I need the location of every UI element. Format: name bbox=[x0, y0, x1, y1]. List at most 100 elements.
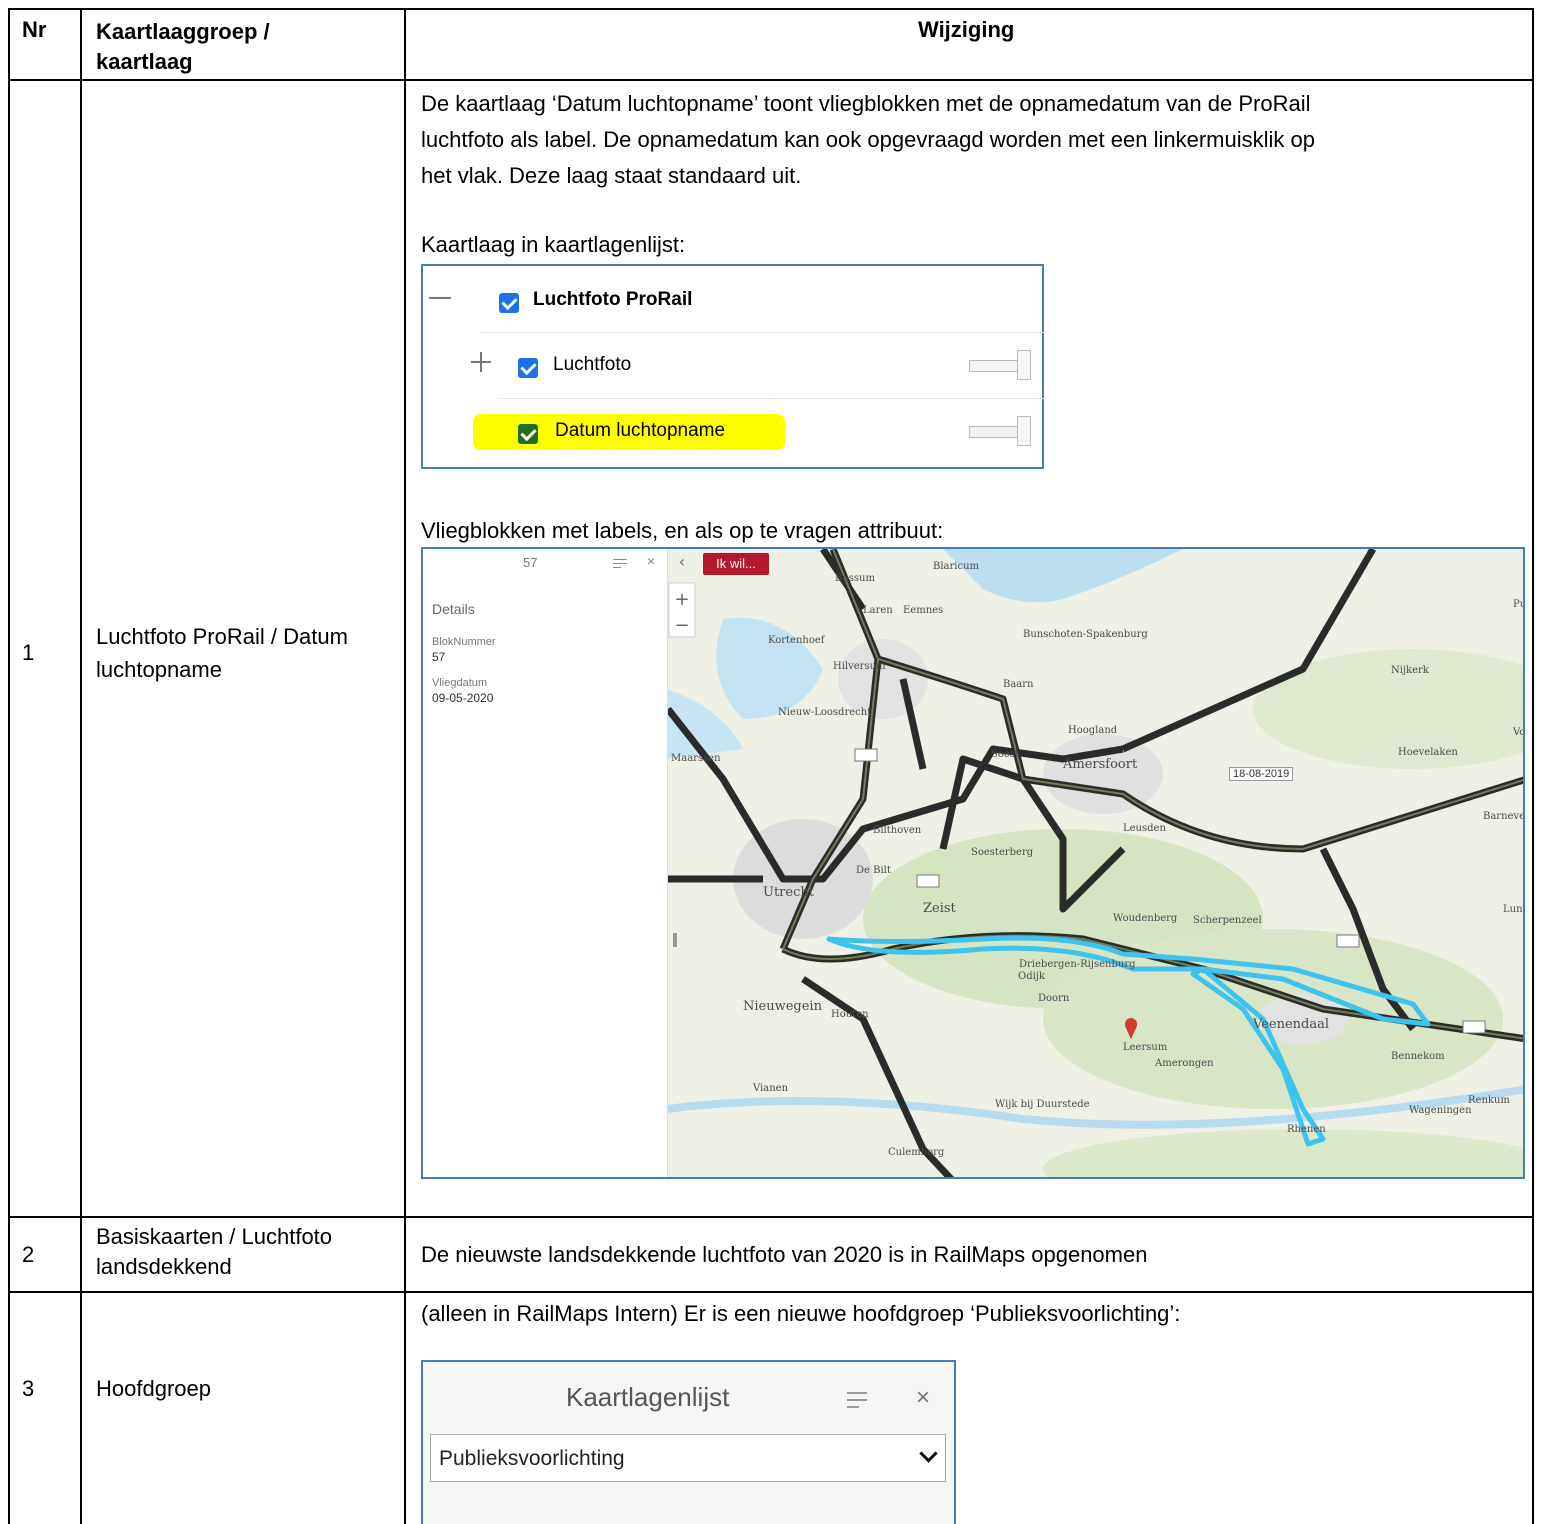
place-label: Hoevelaken bbox=[1398, 747, 1458, 758]
popup-title: 57 bbox=[523, 555, 538, 570]
checkbox-luchtfoto-prorail[interactable] bbox=[499, 293, 519, 313]
place-label: Veenendaal bbox=[1253, 1017, 1330, 1032]
collapse-icon[interactable] bbox=[429, 297, 451, 299]
place-label: Blaricum bbox=[933, 561, 980, 572]
group-select-value: Publieksvoorlichting bbox=[439, 1447, 625, 1470]
table-border-top bbox=[8, 8, 1534, 10]
header-change: Wijziging bbox=[918, 17, 1015, 42]
place-label: Wijk bij Duurstede bbox=[995, 1099, 1090, 1110]
date-label-badge: 18-08-2019 bbox=[1229, 767, 1294, 781]
place-label: Leusden bbox=[1123, 823, 1166, 834]
place-label: Odijk bbox=[1018, 971, 1045, 982]
row-divider-1 bbox=[8, 1216, 1534, 1218]
divider bbox=[501, 398, 1044, 399]
layer-list-screenshot: Luchtfoto ProRail Luchtfoto Datum luchto… bbox=[421, 264, 1044, 469]
place-label: Soest bbox=[991, 749, 1019, 760]
place-label: Doorn bbox=[1038, 993, 1070, 1004]
place-label: Bunschoten-Spakenburg bbox=[1023, 629, 1148, 640]
opacity-slider-luchtfoto[interactable] bbox=[969, 350, 1031, 380]
place-label: Bussum bbox=[835, 573, 875, 584]
field-bloknummer-value: 57 bbox=[432, 650, 446, 664]
place-label: Woudenberg bbox=[1113, 913, 1178, 924]
place-label: Lunteren bbox=[1503, 904, 1525, 915]
place-label: Rhenen bbox=[1287, 1124, 1326, 1135]
checkbox-datum-luchtopname[interactable] bbox=[518, 424, 538, 444]
place-label: Soesterberg bbox=[971, 847, 1034, 858]
place-label: Nieuwegein bbox=[743, 999, 822, 1014]
place-label: Hilversum bbox=[833, 661, 886, 672]
place-label: Vianen bbox=[753, 1083, 789, 1094]
place-label: Utrecht bbox=[763, 885, 814, 900]
place-label: Laren bbox=[863, 605, 893, 616]
table-border-right bbox=[1532, 8, 1534, 1524]
kaartlagenlijst-title: Kaartlagenlijst bbox=[566, 1382, 730, 1412]
layer-item-luchtfoto: Luchtfoto bbox=[553, 354, 632, 375]
expand-icon[interactable] bbox=[471, 352, 491, 372]
row3-change: (alleen in RailMaps Intern) Er is een ni… bbox=[421, 1301, 1181, 1326]
row3-group: Hoofdgroep bbox=[96, 1376, 211, 1401]
opacity-slider-datum[interactable] bbox=[969, 416, 1031, 446]
header-group: Kaartlaaggroep / kaartlaag bbox=[96, 19, 270, 74]
group-select[interactable]: Publieksvoorlichting bbox=[430, 1434, 946, 1482]
place-label: Baarn bbox=[1003, 679, 1034, 690]
row2-nr: 2 bbox=[22, 1242, 35, 1267]
place-label: Bilthoven bbox=[873, 825, 922, 836]
close-icon[interactable]: × bbox=[647, 553, 655, 569]
place-label: Bennekom bbox=[1391, 1051, 1445, 1062]
row3-nr: 3 bbox=[22, 1376, 35, 1401]
place-label: Houten bbox=[831, 1009, 869, 1020]
place-label: Wageningen bbox=[1409, 1105, 1472, 1116]
place-label: Nieuw-Loosdrecht bbox=[778, 707, 872, 718]
place-label: Putten bbox=[1513, 599, 1523, 610]
details-label: Details bbox=[432, 601, 475, 617]
place-label: Zeist bbox=[923, 901, 956, 916]
divider bbox=[481, 332, 1044, 333]
svg-text:‹: ‹ bbox=[679, 552, 685, 571]
svg-text:+: + bbox=[674, 589, 689, 610]
field-vliegdatum-label: Vliegdatum bbox=[432, 677, 488, 689]
place-label: Maarssen bbox=[671, 753, 721, 764]
place-label: Driebergen-Rijsenburg bbox=[1019, 959, 1136, 970]
place-label: Hoogland bbox=[1068, 725, 1118, 736]
place-label: De Bilt bbox=[856, 865, 891, 876]
menu-icon[interactable] bbox=[613, 559, 627, 568]
place-label: Voorthuizen bbox=[1513, 727, 1525, 738]
details-popup: 57 × Details BlokNummer 57 Vliegdatum 09… bbox=[423, 549, 668, 1177]
place-label: Amersfoort bbox=[1063, 757, 1138, 772]
close-icon[interactable]: × bbox=[916, 1384, 930, 1412]
map-screenshot: + − ‹ Bussum Blaricum Laren Eemnes Putten Kor… bbox=[421, 547, 1525, 1179]
svg-text:−: − bbox=[674, 615, 689, 636]
place-label: Eemnes bbox=[903, 605, 944, 616]
row2-change: De nieuwste landsdekkende luchtfoto van … bbox=[421, 1242, 1148, 1267]
table-border-left bbox=[8, 8, 10, 1524]
place-label: Culemborg bbox=[888, 1147, 945, 1158]
header-nr: Nr bbox=[22, 17, 47, 42]
ik-wil-button[interactable]: Ik wil... bbox=[703, 553, 769, 575]
row1-nr: 1 bbox=[22, 640, 35, 665]
chevron-down-icon bbox=[919, 1444, 938, 1463]
row1-paragraph-line3: het vlak. Deze laag staat standaard uit. bbox=[421, 163, 802, 188]
menu-icon[interactable] bbox=[847, 1392, 867, 1408]
col-divider-2 bbox=[404, 8, 406, 1524]
field-vliegdatum-value: 09-05-2020 bbox=[432, 691, 494, 705]
field-bloknummer-label: BlokNummer bbox=[432, 636, 496, 648]
row-divider-header bbox=[8, 79, 1534, 81]
place-label: Amerongen bbox=[1155, 1058, 1214, 1069]
row1-caption-map: Vliegblokken met labels, en als op te vr… bbox=[421, 518, 944, 543]
row1-group: Luchtfoto ProRail / Datum luchtopname bbox=[96, 624, 348, 682]
row1-paragraph-line2: luchtfoto als label. De opnamedatum kan … bbox=[421, 127, 1315, 152]
checkbox-luchtfoto[interactable] bbox=[518, 358, 538, 378]
place-label: Scherpenzeel bbox=[1193, 915, 1262, 926]
col-divider-1 bbox=[80, 8, 82, 1524]
place-label: Barneveld bbox=[1483, 811, 1525, 822]
place-label: Renkum bbox=[1468, 1095, 1510, 1106]
place-label: Leersum bbox=[1123, 1042, 1168, 1053]
layer-group-label: Luchtfoto ProRail bbox=[533, 289, 693, 310]
row2-group: Basiskaarten / Luchtfoto landsdekkend bbox=[96, 1224, 333, 1279]
kaartlagenlijst-panel: Kaartlagenlijst × Publieksvoorlichting bbox=[421, 1360, 956, 1524]
layer-item-datum-luchtopname: Datum luchtopname bbox=[555, 420, 726, 441]
row1-caption-layerlist: Kaartlaag in kaartlagenlijst: bbox=[421, 232, 686, 257]
place-label: Kortenhoef bbox=[768, 635, 825, 646]
place-label: Nijkerk bbox=[1391, 665, 1429, 676]
row1-paragraph-line1: De kaartlaag ‘Datum luchtopname’ toont v… bbox=[421, 91, 1311, 116]
